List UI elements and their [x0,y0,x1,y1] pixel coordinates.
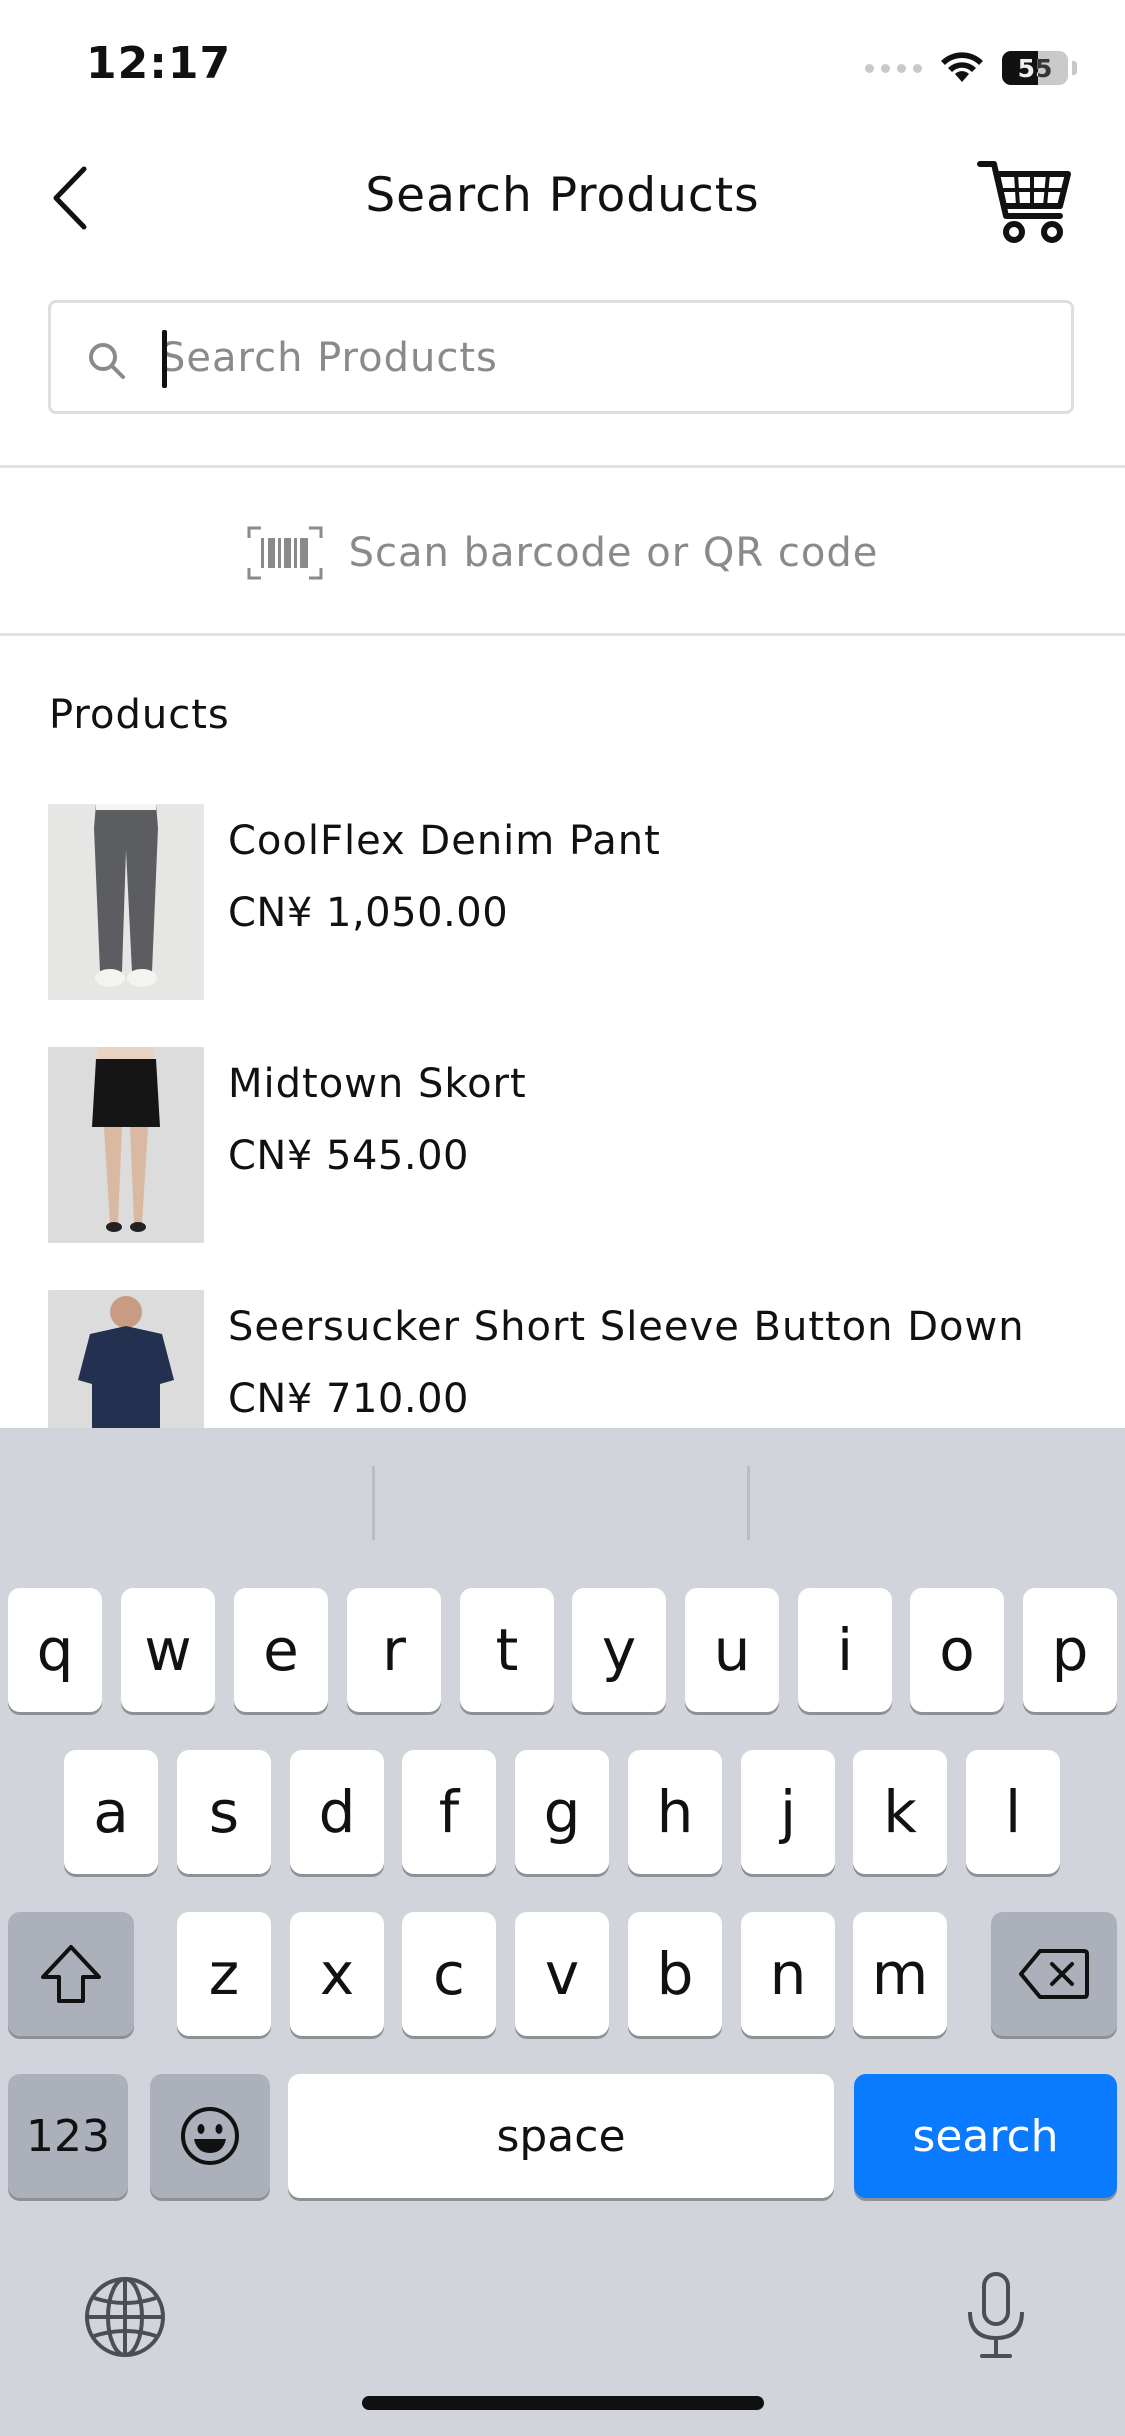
emoji-key[interactable] [150,2074,270,2198]
search-key[interactable]: search [854,2074,1117,2198]
product-image [48,804,204,1000]
product-price: CN¥ 1,050.00 [228,890,509,936]
product-price: CN¥ 545.00 [228,1133,469,1179]
microphone-icon [968,2272,1024,2358]
key-a[interactable]: a [64,1750,158,1874]
globe-key[interactable] [82,2274,168,2360]
delete-key[interactable] [991,1912,1117,2036]
key-e[interactable]: e [234,1588,328,1712]
key-k[interactable]: k [853,1750,947,1874]
scan-label: Scan barcode or QR code [348,529,879,576]
key-s[interactable]: s [177,1750,271,1874]
search-input[interactable] [160,328,1040,388]
suggestion-divider [747,1466,750,1540]
cart-icon [977,161,1071,243]
cellular-signal-icon [865,63,922,73]
key-o[interactable]: o [910,1588,1004,1712]
search-icon [89,343,125,379]
page-title: Search Products [365,168,760,223]
shift-key[interactable] [8,1912,134,2036]
key-n[interactable]: n [741,1912,835,2036]
suggestion-divider [372,1466,375,1540]
key-j[interactable]: j [741,1750,835,1874]
emoji-icon [181,2107,239,2165]
key-r[interactable]: r [347,1588,441,1712]
product-row[interactable]: CoolFlex Denim Pant CN¥ 1,050.00 [48,804,1078,1000]
key-y[interactable]: y [572,1588,666,1712]
key-z[interactable]: z [177,1912,271,2036]
key-l[interactable]: l [966,1750,1060,1874]
shift-icon [41,1945,101,2003]
status-time: 12:17 [86,38,232,89]
product-image [48,1047,204,1243]
key-b[interactable]: b [628,1912,722,2036]
key-v[interactable]: v [515,1912,609,2036]
product-row[interactable]: Seersucker Short Sleeve Button Down CN¥ … [48,1290,1078,1428]
dictation-key[interactable] [960,2270,1032,2362]
product-name: Seersucker Short Sleeve Button Down [228,1304,1025,1350]
numbers-key[interactable]: 123 [8,2074,128,2198]
product-row[interactable]: Midtown Skort CN¥ 545.00 [48,1047,1078,1243]
key-u[interactable]: u [685,1588,779,1712]
battery-icon: 55 [1002,51,1068,85]
key-c[interactable]: c [402,1912,496,2036]
key-i[interactable]: i [798,1588,892,1712]
wifi-icon [941,52,983,82]
key-t[interactable]: t [460,1588,554,1712]
key-d[interactable]: d [290,1750,384,1874]
barcode-scan-icon [247,526,323,579]
space-key[interactable]: space [288,2074,834,2198]
key-q[interactable]: q [8,1588,102,1712]
cart-button[interactable] [976,150,1076,250]
products-heading: Products [49,692,230,738]
text-caret [162,330,167,388]
key-m[interactable]: m [853,1912,947,2036]
home-indicator [362,2396,764,2410]
key-g[interactable]: g [515,1750,609,1874]
key-p[interactable]: p [1023,1588,1117,1712]
globe-icon [85,2277,165,2357]
divider [0,465,1125,468]
keyboard: q w e r t y u i o p a s d f g h j k l z … [0,1428,1125,2436]
product-name: CoolFlex Denim Pant [228,818,661,864]
product-image [48,1290,204,1428]
scan-barcode-button[interactable]: Scan barcode or QR code [0,470,1125,635]
backspace-icon [1019,1949,1089,1999]
product-name: Midtown Skort [228,1061,527,1107]
status-icons: 55 [865,48,1077,88]
battery-level: 55 [1017,53,1053,83]
key-h[interactable]: h [628,1750,722,1874]
key-x[interactable]: x [290,1912,384,2036]
divider [0,633,1125,636]
key-w[interactable]: w [121,1588,215,1712]
product-price: CN¥ 710.00 [228,1376,469,1422]
key-f[interactable]: f [402,1750,496,1874]
